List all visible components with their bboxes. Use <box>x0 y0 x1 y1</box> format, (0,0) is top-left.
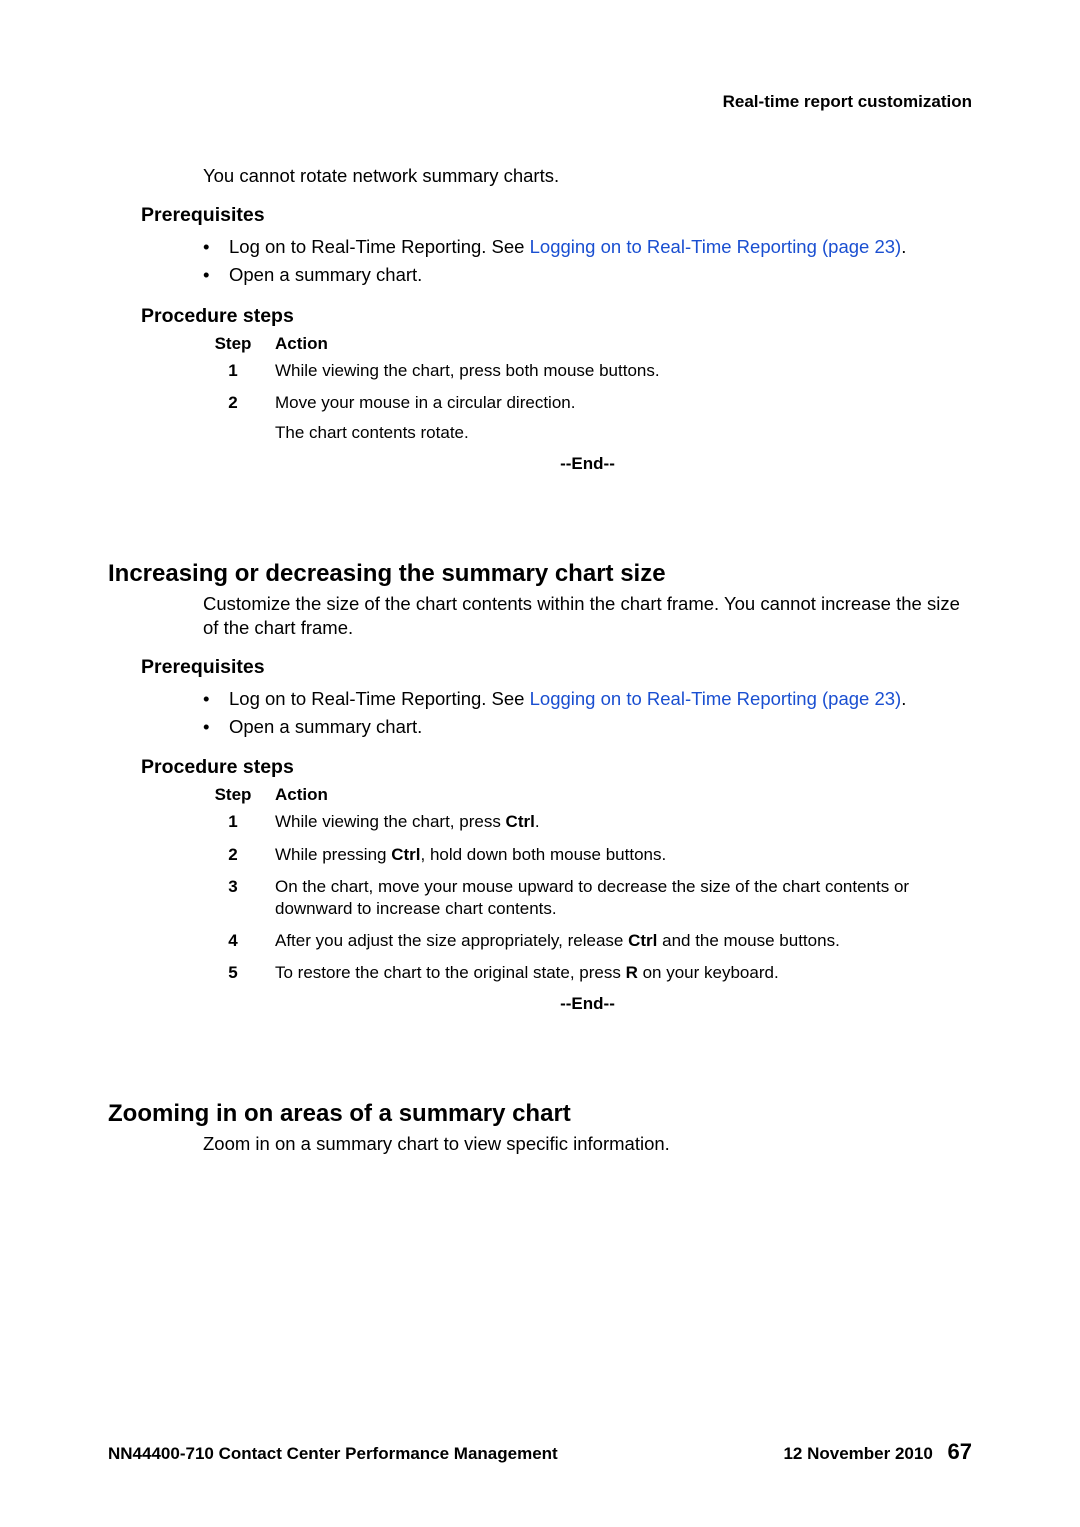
section-heading: Zooming in on areas of a summary chart <box>108 1100 972 1128</box>
list-item: Log on to Real-Time Reporting. See Loggi… <box>203 685 972 713</box>
section-body-text: Zoom in on a summary chart to view speci… <box>203 1132 972 1156</box>
end-marker: --End-- <box>203 994 972 1014</box>
step-text: While pressing Ctrl, hold down both mous… <box>263 844 972 866</box>
table-row: 5 To restore the chart to the original s… <box>203 962 972 984</box>
table-row: 1 While viewing the chart, press both mo… <box>203 360 972 382</box>
step-text: After you adjust the size appropriately,… <box>263 930 972 952</box>
step-text-post: . <box>535 812 540 831</box>
cross-reference-link[interactable]: Logging on to Real-Time Reporting (page … <box>530 688 902 709</box>
step-text: To restore the chart to the original sta… <box>263 962 972 984</box>
step-text-pre: While pressing <box>275 845 391 864</box>
action-column-header: Action <box>263 785 972 805</box>
procedure-table: Step Action 1 While viewing the chart, p… <box>203 334 972 474</box>
footer-doc-id: NN44400-710 Contact Center Performance M… <box>108 1444 558 1464</box>
step-text-post: on your keyboard. <box>638 963 779 982</box>
section-rotate-intro-block: You cannot rotate network summary charts… <box>108 164 972 474</box>
step-number: 1 <box>203 360 263 382</box>
page-header-title: Real-time report customization <box>723 92 972 111</box>
step-text: While viewing the chart, press both mous… <box>263 360 972 382</box>
prereq-text-post: . <box>901 236 906 257</box>
page-header: Real-time report customization <box>108 92 972 112</box>
footer-date: 12 November 2010 <box>783 1444 932 1463</box>
step-number: 2 <box>203 844 263 866</box>
table-row: 1 While viewing the chart, press Ctrl. <box>203 811 972 833</box>
list-item: Open a summary chart. <box>203 713 972 741</box>
step-number: 1 <box>203 811 263 833</box>
step-number: 4 <box>203 930 263 952</box>
step-text: While viewing the chart, press Ctrl. <box>263 811 972 833</box>
table-row: 2 Move your mouse in a circular directio… <box>203 392 972 444</box>
table-row: 2 While pressing Ctrl, hold down both mo… <box>203 844 972 866</box>
prereq-text: Open a summary chart. <box>229 716 422 737</box>
prereq-text-pre: Log on to Real-Time Reporting. See <box>229 236 530 257</box>
list-item: Open a summary chart. <box>203 261 972 289</box>
procedure-header-row: Step Action <box>203 785 972 805</box>
step-text-block: Move your mouse in a circular direction.… <box>263 392 972 444</box>
procedure-table: Step Action 1 While viewing the chart, p… <box>203 785 972 1014</box>
step-column-header: Step <box>203 334 263 354</box>
footer-right-block: 12 November 2010 67 <box>783 1439 972 1465</box>
section-heading: Increasing or decreasing the summary cha… <box>108 560 972 588</box>
list-item: Log on to Real-Time Reporting. See Loggi… <box>203 233 972 261</box>
prerequisites-heading: Prerequisites <box>141 656 972 679</box>
step-subtext: The chart contents rotate. <box>275 422 972 444</box>
section-body-text: Customize the size of the chart contents… <box>203 592 972 640</box>
key-name: Ctrl <box>628 931 657 950</box>
prerequisites-heading: Prerequisites <box>141 204 972 227</box>
step-text-post: , hold down both mouse buttons. <box>421 845 667 864</box>
step-text-pre: After you adjust the size appropriately,… <box>275 931 628 950</box>
table-row: 4 After you adjust the size appropriatel… <box>203 930 972 952</box>
page-footer: NN44400-710 Contact Center Performance M… <box>108 1439 972 1465</box>
step-text-pre: While viewing the chart, press <box>275 812 506 831</box>
key-name: R <box>626 963 638 982</box>
prerequisites-list: Log on to Real-Time Reporting. See Loggi… <box>203 685 972 741</box>
step-number: 3 <box>203 876 263 920</box>
key-name: Ctrl <box>391 845 420 864</box>
step-number: 2 <box>203 392 263 444</box>
cross-reference-link[interactable]: Logging on to Real-Time Reporting (page … <box>530 236 902 257</box>
key-name: Ctrl <box>506 812 535 831</box>
step-text: On the chart, move your mouse upward to … <box>263 876 972 920</box>
footer-page-number: 67 <box>948 1439 972 1464</box>
action-column-header: Action <box>263 334 972 354</box>
procedure-steps-heading: Procedure steps <box>141 305 972 328</box>
table-row: 3 On the chart, move your mouse upward t… <box>203 876 972 920</box>
procedure-steps-heading: Procedure steps <box>141 756 972 779</box>
step-number: 5 <box>203 962 263 984</box>
step-text-post: and the mouse buttons. <box>657 931 839 950</box>
intro-text: You cannot rotate network summary charts… <box>203 164 972 188</box>
procedure-header-row: Step Action <box>203 334 972 354</box>
prerequisites-list: Log on to Real-Time Reporting. See Loggi… <box>203 233 972 289</box>
step-text-pre: To restore the chart to the original sta… <box>275 963 626 982</box>
end-marker: --End-- <box>203 454 972 474</box>
prereq-text-post: . <box>901 688 906 709</box>
prereq-text: Open a summary chart. <box>229 264 422 285</box>
step-text: Move your mouse in a circular direction. <box>275 392 972 414</box>
step-column-header: Step <box>203 785 263 805</box>
prereq-text-pre: Log on to Real-Time Reporting. See <box>229 688 530 709</box>
